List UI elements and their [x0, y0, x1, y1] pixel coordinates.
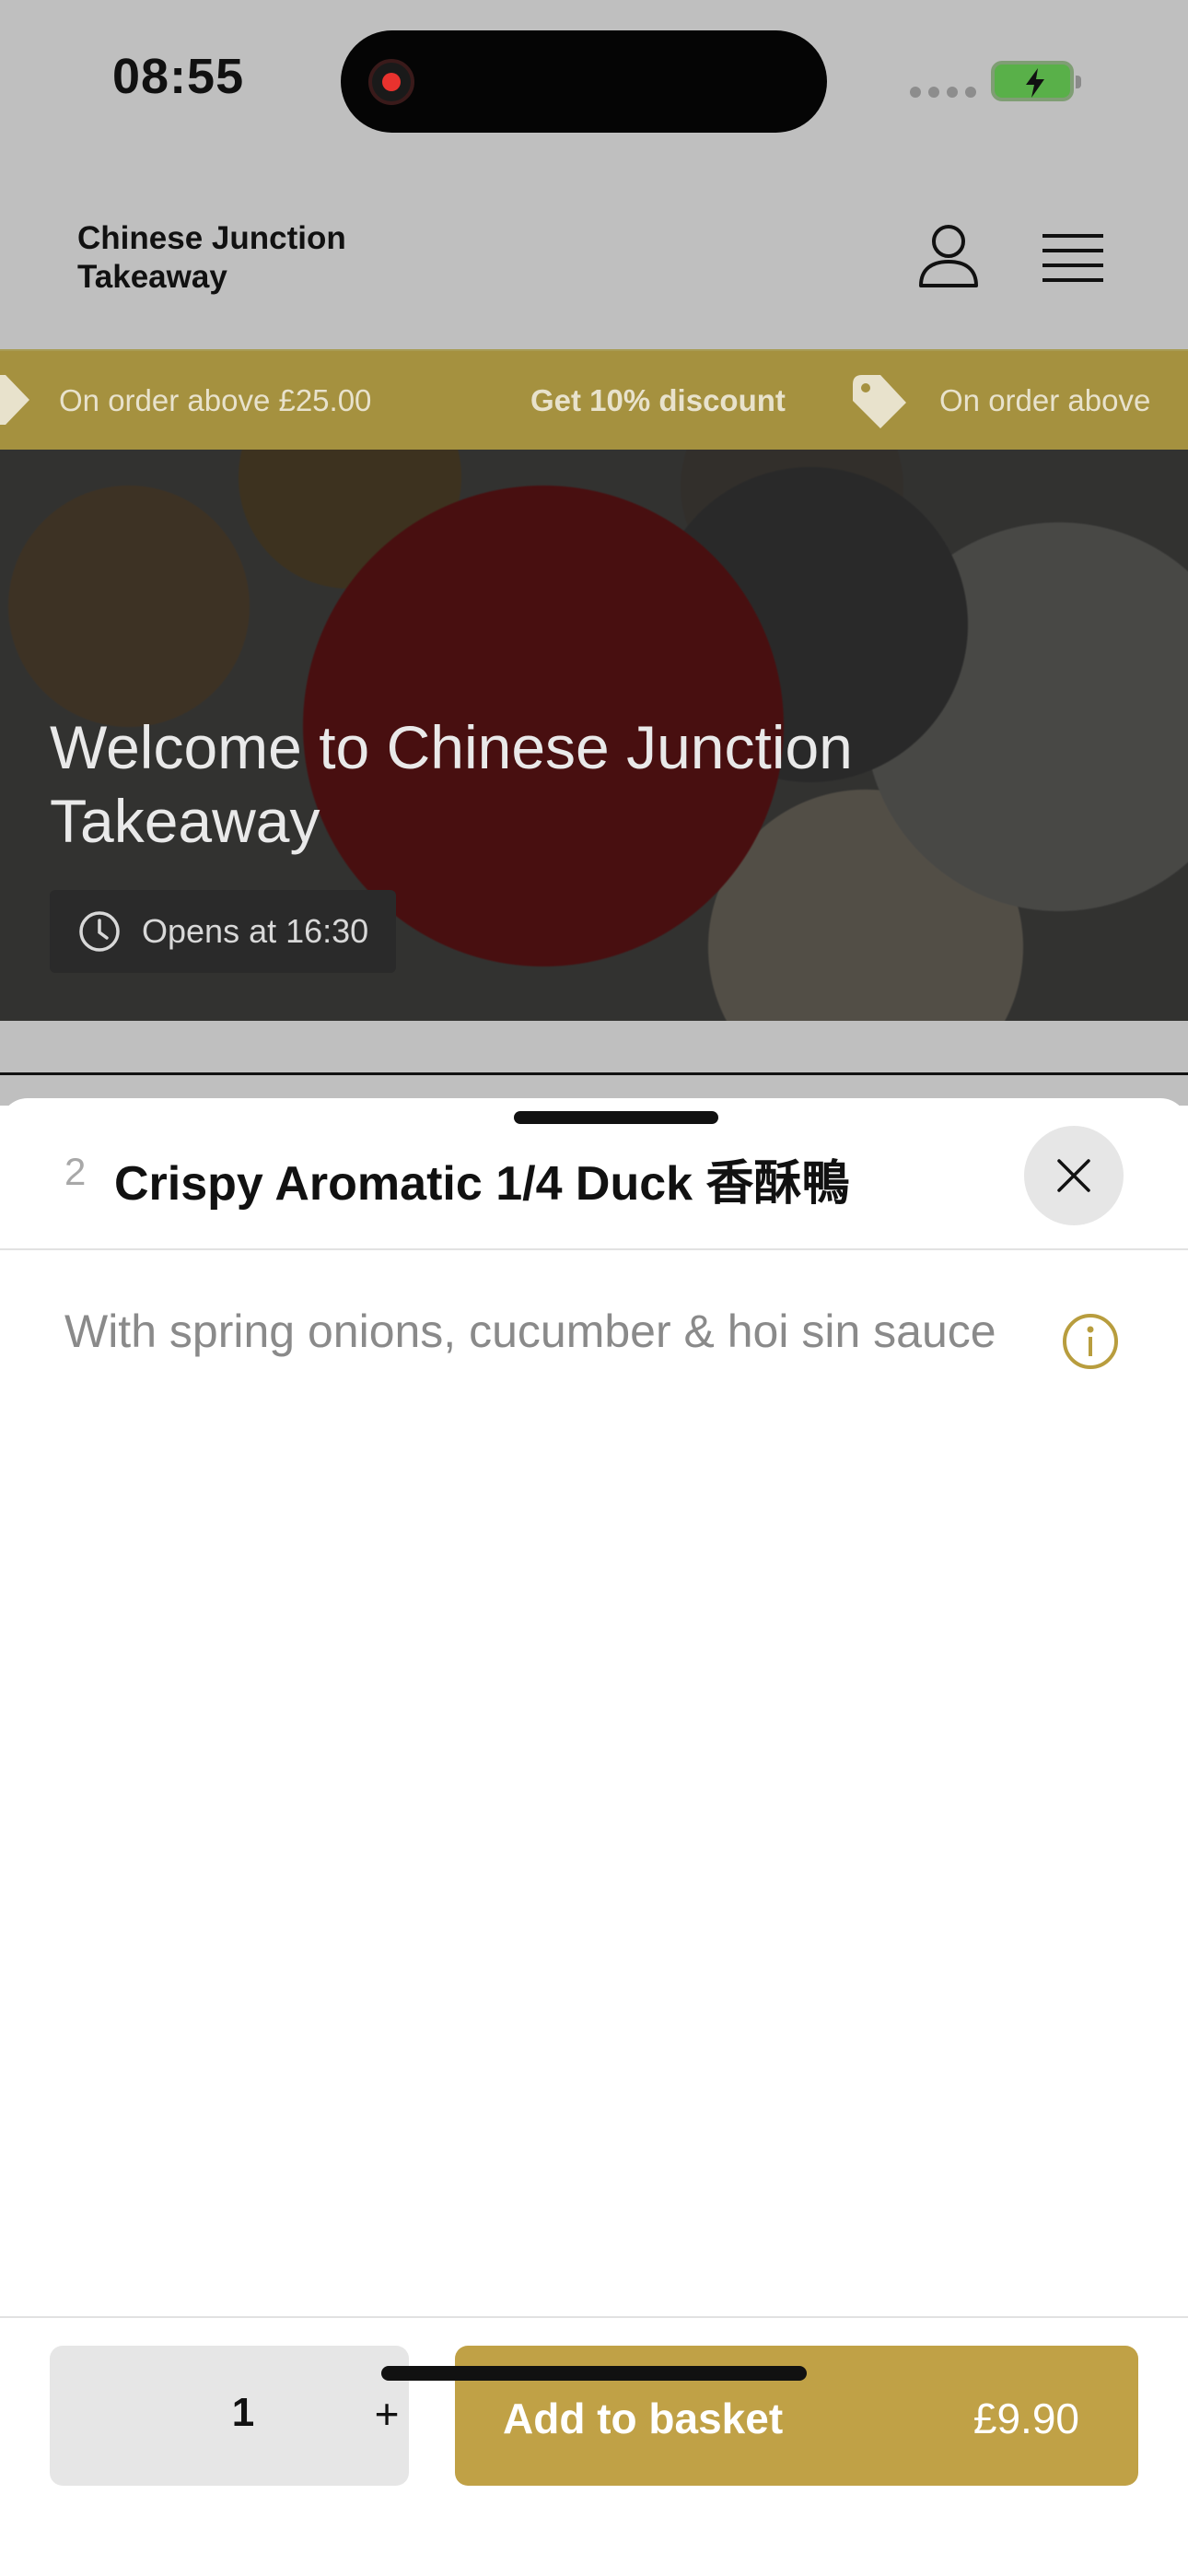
- hero-title: Welcome to Chinese Junction Takeaway: [50, 713, 853, 855]
- page: 08:55 Chinese Junction Takeaway On order…: [0, 0, 1188, 2576]
- sheet-header: 2 Crispy Aromatic 1/4 Duck 香酥鴨: [0, 1098, 1188, 1250]
- item-price: £9.90: [973, 2395, 1079, 2442]
- status-bar: 08:55: [0, 0, 1188, 162]
- opening-hours-badge: Opens at 16:30: [50, 890, 397, 973]
- close-icon: [1057, 1159, 1090, 1192]
- hero-banner: Welcome to Chinese Junction Takeaway Ope…: [0, 450, 1188, 1021]
- promo-condition: On order above £25.00: [59, 382, 372, 417]
- promo-strip: On order above £25.00 Get 10% discount O…: [0, 351, 1188, 450]
- brand-name[interactable]: Chinese Junction Takeaway: [77, 219, 390, 297]
- dynamic-island: [341, 30, 827, 133]
- divider: [0, 1072, 1188, 1075]
- clock-icon: [79, 911, 120, 952]
- increase-quantity-button[interactable]: +: [363, 2386, 411, 2441]
- background-page: 08:55 Chinese Junction Takeaway On order…: [0, 0, 1188, 1106]
- quantity-stepper: 1 +: [50, 2346, 409, 2486]
- site-header: Chinese Junction Takeaway: [0, 162, 1188, 351]
- info-icon[interactable]: [1061, 1312, 1120, 1371]
- status-time: 08:55: [112, 49, 245, 104]
- promo-condition: On order above: [939, 382, 1151, 417]
- cellular-signal-icon: [910, 87, 976, 98]
- close-button[interactable]: [1024, 1126, 1124, 1225]
- price-tag-icon: [0, 375, 29, 425]
- home-indicator[interactable]: [381, 2366, 807, 2381]
- battery-charging-icon: [991, 61, 1081, 101]
- price-tag-icon: [853, 375, 906, 428]
- item-number: 2: [64, 1150, 87, 1193]
- sheet-footer: 1 + Add to basket £9.90: [0, 2316, 1188, 2576]
- user-icon[interactable]: [917, 223, 980, 289]
- item-title: Crispy Aromatic 1/4 Duck 香酥鴨: [114, 1157, 850, 1211]
- hamburger-menu-icon[interactable]: [1042, 232, 1103, 284]
- screen-recording-icon: [368, 59, 414, 105]
- opening-hours-text: Opens at 16:30: [142, 912, 369, 950]
- promo-offer: Get 10% discount: [530, 382, 786, 417]
- item-description: With spring onions, cucumber & hoi sin s…: [64, 1306, 996, 1357]
- quantity-value: 1: [231, 2390, 255, 2435]
- add-to-basket-label: Add to basket: [503, 2395, 784, 2442]
- item-detail-sheet: 2 Crispy Aromatic 1/4 Duck 香酥鴨 With spri…: [0, 1098, 1188, 2576]
